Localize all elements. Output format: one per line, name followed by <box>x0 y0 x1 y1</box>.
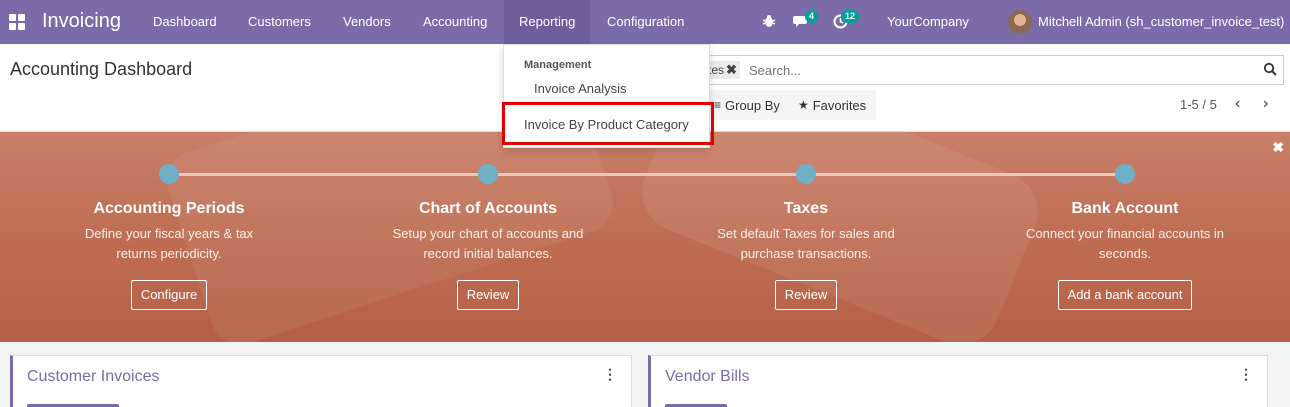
review-chart-button[interactable]: Review <box>456 280 520 310</box>
card-options-icon[interactable]: ⋮ <box>603 366 617 383</box>
nav-customers[interactable]: Customers <box>233 0 326 44</box>
activities-count-badge: 12 <box>841 10 860 23</box>
search-facet[interactable]: tes ✖ <box>705 61 740 79</box>
highlight-box <box>502 102 714 145</box>
step-title: Taxes <box>783 200 829 217</box>
step-description-line: purchase transactions. <box>740 246 872 261</box>
step-description-line: returns periodicity. <box>116 246 222 261</box>
user-avatar[interactable] <box>1008 10 1032 34</box>
filter-bar: ≡ Group By ★ Favorites <box>700 90 877 120</box>
card-title[interactable]: Customer Invoices <box>27 368 160 386</box>
step-description: Set default Taxes for sales and purchase… <box>686 224 926 264</box>
step-description: Connect your financial accounts in secon… <box>1005 224 1245 264</box>
search-input[interactable] <box>749 56 1229 84</box>
review-taxes-button[interactable]: Review <box>774 280 838 310</box>
step-accounting-periods: Accounting Periods Define your fiscal ye… <box>49 200 289 310</box>
user-menu[interactable]: Mitchell Admin (sh_customer_invoice_test… <box>1038 14 1284 29</box>
step-description-line: Setup your chart of accounts and <box>392 226 584 241</box>
step-dot <box>1115 164 1135 184</box>
configure-button[interactable]: Configure <box>130 280 208 310</box>
close-banner-icon[interactable]: ✖ <box>1272 139 1284 156</box>
remove-facet-icon[interactable]: ✖ <box>726 62 737 77</box>
customer-invoices-card: Customer Invoices ⋮ <box>10 355 632 407</box>
list-icon: ≡ <box>714 98 722 112</box>
menu-section-header: Management <box>524 59 592 71</box>
app-title[interactable]: Invoicing <box>42 10 121 33</box>
step-dot <box>478 164 498 184</box>
add-bank-account-button[interactable]: Add a bank account <box>1057 280 1193 310</box>
search-icon[interactable] <box>1263 62 1277 76</box>
step-description-line: Define your fiscal years & tax <box>84 226 254 241</box>
step-description: Setup your chart of accounts and record … <box>368 224 608 264</box>
onboarding-banner: ✖ Accounting Periods Define your fiscal … <box>0 132 1290 342</box>
menu-item-invoice-analysis[interactable]: Invoice Analysis <box>534 81 627 96</box>
step-dot <box>159 164 179 184</box>
progress-line <box>169 173 1125 176</box>
step-dot <box>796 164 816 184</box>
favorites-button[interactable]: ★ Favorites <box>798 98 866 113</box>
star-icon: ★ <box>797 98 809 112</box>
card-options-icon[interactable]: ⋮ <box>1239 366 1253 383</box>
step-description: Define your fiscal years & tax returns p… <box>49 224 289 264</box>
step-bank-account: Bank Account Connect your financial acco… <box>1005 200 1245 310</box>
step-title: Bank Account <box>1071 200 1179 217</box>
card-title[interactable]: Vendor Bills <box>665 368 750 386</box>
step-title: Chart of Accounts <box>418 200 558 217</box>
apps-menu-icon[interactable] <box>9 14 26 30</box>
messages-count-badge: 4 <box>805 10 819 23</box>
nav-reporting[interactable]: Reporting <box>504 0 591 44</box>
bug-icon[interactable] <box>762 14 776 28</box>
nav-vendors[interactable]: Vendors <box>328 0 406 44</box>
group-by-label: Group By <box>725 97 780 113</box>
step-taxes: Taxes Set default Taxes for sales and pu… <box>686 200 926 310</box>
step-title: Accounting Periods <box>93 200 245 217</box>
step-description-line: record initial balances. <box>423 246 553 261</box>
step-description-line: Set default Taxes for sales and <box>717 226 895 241</box>
step-chart-of-accounts: Chart of Accounts Setup your chart of ac… <box>368 200 608 310</box>
vendor-bills-card: Vendor Bills ⋮ <box>648 355 1268 407</box>
step-description-line: Connect your financial accounts in <box>1025 226 1224 241</box>
nav-accounting[interactable]: Accounting <box>408 0 502 44</box>
top-navbar: Invoicing Dashboard Customers Vendors Ac… <box>0 0 1290 44</box>
pager-value[interactable]: 1-5 / 5 <box>1180 97 1217 112</box>
favorites-label: Favorites <box>812 97 867 113</box>
pager-next-icon[interactable]: › <box>1263 96 1268 112</box>
company-switcher[interactable]: YourCompany <box>887 14 969 29</box>
search-facet-label: tes <box>708 63 725 77</box>
search-box: tes ✖ <box>700 55 1284 85</box>
nav-dashboard[interactable]: Dashboard <box>138 0 232 44</box>
step-description-line: seconds. <box>1098 246 1152 261</box>
group-by-button[interactable]: ≡ Group By <box>714 98 780 113</box>
nav-configuration[interactable]: Configuration <box>592 0 699 44</box>
page-title: Accounting Dashboard <box>10 59 193 79</box>
pager-previous-icon[interactable]: ‹ <box>1235 96 1240 112</box>
